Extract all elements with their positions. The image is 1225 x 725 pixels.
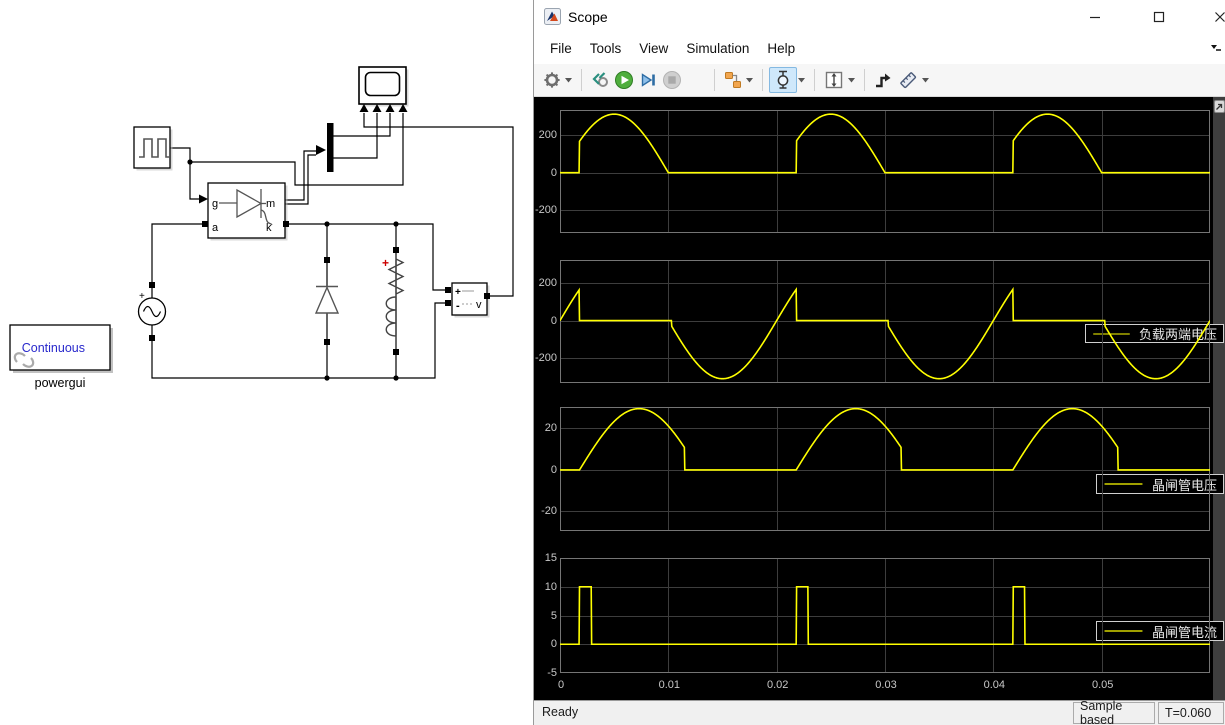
y-tick-label: 15 [544,552,557,564]
thyristor-port-a: a [212,222,219,234]
status-sample-mode: Sample based [1073,699,1155,725]
x-tick-label: 0.03 [875,679,897,691]
step-forward-icon[interactable] [636,67,660,93]
cursor-measurements-icon[interactable] [769,67,797,93]
desktop: g m a k + + + - v Continuous powergui Sc… [0,0,1225,725]
panel-toggle-icon[interactable] [1214,100,1225,113]
menu-view[interactable]: View [630,37,677,60]
y-tick-label: 200 [538,129,557,142]
scope-side-strip [1213,97,1225,700]
scope-display-4 [560,558,1210,673]
y-tick-label: 10 [544,580,557,593]
y-tick-label: 5 [550,609,557,622]
rl-branch-block[interactable]: + [382,247,405,355]
vm-minus-label: - [456,300,460,312]
window-title: Scope [568,8,608,25]
titlebar[interactable]: Scope [534,0,1225,33]
powergui-name-label: powergui [35,376,86,390]
demux-input-arrow [316,145,326,155]
status-text: Ready [542,705,579,719]
y-tick-label: -200 [534,204,557,217]
toolbar-separator [864,69,865,91]
statusbar: Ready Sample based T=0.060 [534,699,1225,725]
powergui-mode-label: Continuous [22,341,85,355]
y-tick-label: 0 [550,638,557,651]
scope-display-1 [560,110,1210,233]
maximize-icon[interactable] [1144,6,1174,28]
scope-window: Scope File Tools View Simulation Help 负载… [533,0,1225,725]
toolbar [534,64,1225,97]
toolbar-separator [581,69,582,91]
scope-screen-glyph [364,71,401,97]
rl-polarity-label: + [382,256,389,270]
y-tick-label: 0 [550,314,557,327]
thyristor-port-m: m [266,198,275,210]
x-tick-label: 0.01 [658,679,681,691]
trigger-icon[interactable] [871,67,895,93]
simulink-model-canvas: g m a k + + + - v Continuous powergui [0,0,533,725]
powergui-block[interactable]: Continuous powergui [9,324,113,390]
ac-source-plus-label: + [139,291,145,302]
chevron-down-icon[interactable] [848,77,855,83]
close-icon[interactable] [1205,6,1225,28]
menu-simulation[interactable]: Simulation [677,37,758,60]
y-tick-label: 20 [544,422,557,435]
y-tick-label: -5 [547,667,557,679]
chevron-down-icon[interactable] [798,77,805,83]
thyristor-port-k: k [266,222,272,234]
scope-display-3 [560,407,1210,531]
x-tick-label: 0.05 [1091,679,1114,691]
scope-display-2 [560,260,1210,383]
voltage-measurement-block[interactable]: + - v [445,282,490,318]
y-tick-label: 200 [538,277,557,290]
chevron-down-icon[interactable] [922,77,929,83]
toolbar-separator [762,69,763,91]
x-tick-label: 0.02 [766,679,789,691]
stepping-options-icon[interactable] [588,67,612,93]
menu-tools[interactable]: Tools [581,37,631,60]
menubar: File Tools View Simulation Help [534,33,1225,64]
menu-file[interactable]: File [541,37,581,60]
scope-block[interactable] [358,66,409,112]
run-icon[interactable] [612,67,636,93]
scope-window-icon [544,8,561,25]
pulse-generator-block[interactable] [133,126,173,171]
scope-plot-area: 负载两端电压 晶闸管电压 晶闸管电流 脉冲 2000-2002000-20020… [534,97,1225,700]
vm-plus-label: + [455,287,461,298]
thyristor-port-g: g [212,198,218,210]
toolbar-separator [714,69,715,91]
inductor-glyph [385,296,397,349]
toolbar-separator [814,69,815,91]
measurements-icon[interactable] [895,67,921,93]
y-tick-label: 0 [550,463,557,476]
gate-wire-arrow [199,194,208,204]
menu-help[interactable]: Help [758,37,804,60]
status-sim-time: T=0.060 [1158,702,1224,724]
configuration-properties-icon[interactable] [540,67,564,93]
chevron-down-icon[interactable] [746,77,753,83]
y-tick-label: -20 [541,505,557,518]
stop-icon[interactable] [660,67,684,93]
y-tick-label: -200 [534,351,557,364]
x-tick-label: 0.04 [983,679,1006,691]
y-tick-label: 0 [550,166,557,179]
vm-v-label: v [476,299,482,311]
x-tick-label: 0 [557,679,565,691]
thyristor-block[interactable]: g m a k [202,182,289,241]
chevron-down-icon[interactable] [565,77,572,83]
demux-block[interactable] [327,123,334,172]
highlight-simulink-block-icon[interactable] [721,67,745,93]
minimize-icon[interactable] [1080,6,1110,28]
menubar-overflow-icon[interactable] [1210,41,1222,53]
scale-y-axis-icon[interactable] [821,67,847,93]
